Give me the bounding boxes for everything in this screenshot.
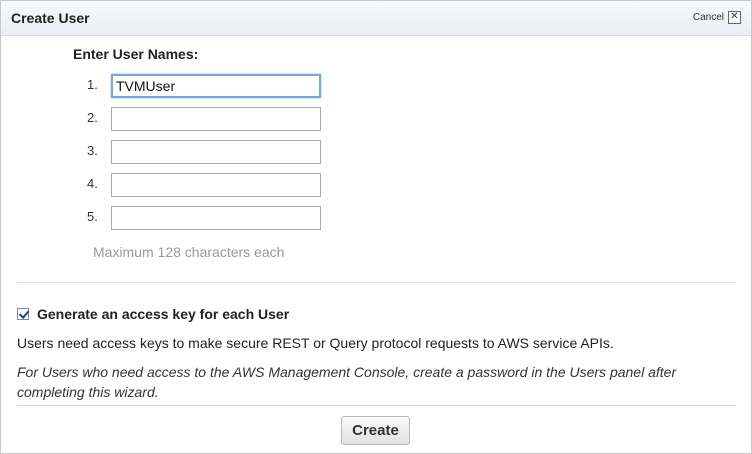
- user-name-input-4[interactable]: [111, 173, 321, 197]
- console-password-note: For Users who need access to the AWS Man…: [17, 364, 677, 400]
- row-number: 5.: [87, 209, 98, 224]
- user-name-row-5: 5.: [1, 206, 401, 232]
- footer-divider: [17, 405, 736, 406]
- user-name-input-1[interactable]: [111, 74, 321, 98]
- cancel-link[interactable]: Cancel: [693, 12, 724, 23]
- access-key-option[interactable]: Generate an access key for each User: [17, 306, 289, 322]
- user-name-row-4: 4.: [1, 173, 401, 199]
- user-name-row-2: 2.: [1, 107, 401, 133]
- access-key-label[interactable]: Generate an access key for each User: [37, 306, 289, 322]
- max-length-hint: Maximum 128 characters each: [93, 244, 285, 260]
- cancel-controls: Cancel ✕: [693, 11, 741, 24]
- user-names-heading: Enter User Names:: [73, 46, 199, 62]
- row-number: 2.: [87, 110, 98, 125]
- section-divider: [17, 282, 736, 283]
- create-user-dialog: Create User Cancel ✕ Enter User Names: 1…: [0, 0, 752, 454]
- dialog-title: Create User: [11, 10, 90, 26]
- dialog-titlebar: Create User Cancel ✕: [1, 1, 751, 36]
- access-key-info: Users need access keys to make secure RE…: [17, 335, 614, 351]
- row-number: 4.: [87, 176, 98, 191]
- user-name-input-5[interactable]: [111, 206, 321, 230]
- user-name-row-1: 1.: [1, 74, 401, 100]
- create-button[interactable]: Create: [341, 416, 410, 445]
- access-key-checkbox[interactable]: [17, 308, 29, 320]
- row-number: 1.: [87, 77, 98, 92]
- user-name-input-3[interactable]: [111, 140, 321, 164]
- user-name-row-3: 3.: [1, 140, 401, 166]
- row-number: 3.: [87, 143, 98, 158]
- close-icon[interactable]: ✕: [728, 11, 741, 24]
- user-name-input-2[interactable]: [111, 107, 321, 131]
